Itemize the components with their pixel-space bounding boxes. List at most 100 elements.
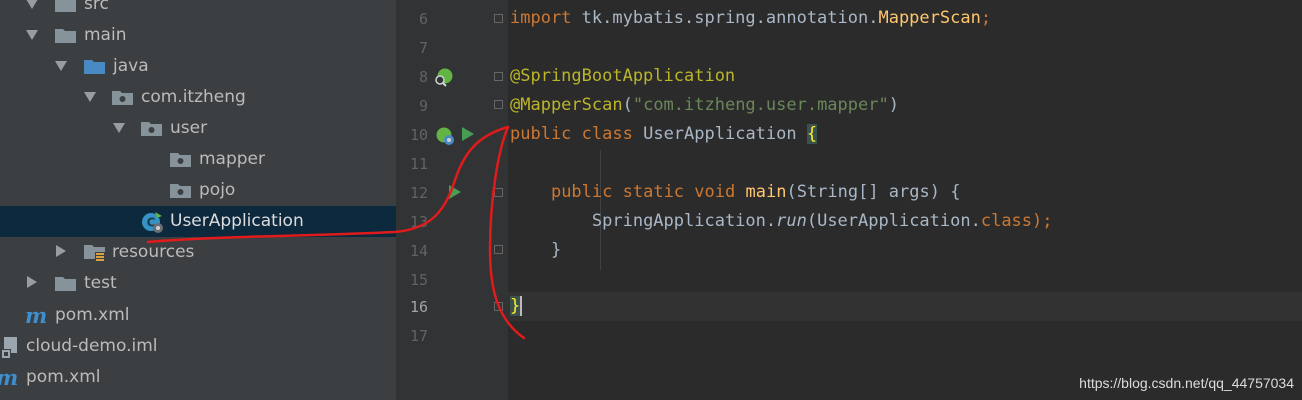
maven-icon: m xyxy=(0,362,18,393)
code-text: ); xyxy=(1032,211,1053,231)
expand-arrow-icon[interactable] xyxy=(26,30,38,40)
tree-node-resources[interactable]: resources xyxy=(0,237,396,268)
tree-node-label: java xyxy=(113,56,149,76)
tree-node-label: pom.xml xyxy=(55,305,130,325)
code-line-14[interactable]: } xyxy=(510,236,561,265)
annotation: @MapperScan xyxy=(510,95,623,115)
expand-arrow-icon[interactable] xyxy=(84,92,96,102)
tree-node-pom-xml[interactable]: m pom.xml xyxy=(0,300,396,331)
code-text: (UserApplication. xyxy=(806,211,981,231)
keyword: import xyxy=(510,8,572,28)
keyword: class xyxy=(581,124,633,144)
code-text: } xyxy=(550,240,562,260)
annotation: @SpringBootApplication xyxy=(510,66,736,86)
run-icon[interactable] xyxy=(462,127,474,141)
matched-brace: } xyxy=(510,296,523,316)
code-line-12[interactable]: public static void main(String[] args) { xyxy=(510,178,961,207)
code-text: { xyxy=(950,182,961,202)
line-number: 14 xyxy=(409,242,428,260)
spring-bean-icon[interactable] xyxy=(434,125,456,147)
tree-node-userapplication[interactable]: C UserApplication xyxy=(0,206,396,237)
code-text: ; xyxy=(980,8,992,28)
code-line-10[interactable]: public class UserApplication { xyxy=(510,120,818,149)
resources-folder-icon xyxy=(84,245,105,262)
spring-class-icon: C xyxy=(142,212,163,233)
keyword: void xyxy=(694,182,736,202)
fold-marker-icon[interactable] xyxy=(494,302,503,311)
fold-marker-icon[interactable] xyxy=(494,188,503,197)
collapse-arrow-icon[interactable] xyxy=(27,276,37,288)
line-number: 15 xyxy=(409,271,428,289)
maven-icon: m xyxy=(25,303,48,328)
expand-arrow-icon[interactable] xyxy=(113,123,125,133)
module-file-icon xyxy=(1,337,17,359)
fold-marker-icon[interactable] xyxy=(494,72,503,81)
package-icon xyxy=(141,122,162,136)
tree-node-label: pojo xyxy=(199,180,236,200)
line-number: 10 xyxy=(409,126,428,144)
tree-node-label: cloud-demo.iml xyxy=(26,336,158,356)
method-call: run xyxy=(776,211,807,231)
source-folder-icon xyxy=(84,60,105,74)
fold-marker-icon[interactable] xyxy=(494,14,503,23)
code-text: ( xyxy=(622,95,633,115)
tree-node-user[interactable]: user xyxy=(0,113,396,144)
code-line-8[interactable]: @SpringBootApplication xyxy=(510,62,735,91)
tree-node-label: com.itzheng xyxy=(141,87,246,107)
line-number: 11 xyxy=(409,155,428,173)
code-text: SpringApplication. xyxy=(591,211,777,231)
run-icon[interactable] xyxy=(449,185,461,199)
editor-gutter: 6 7 8 9 10 11 12 13 14 15 16 17 xyxy=(396,0,508,400)
code-text: tk.mybatis.spring.annotation. xyxy=(571,8,879,28)
tree-node-src[interactable]: src xyxy=(0,0,396,20)
tree-node-label: resources xyxy=(112,242,195,262)
tree-node-label: src xyxy=(84,0,109,14)
code-line-16[interactable]: } xyxy=(510,292,523,321)
tree-node-pojo[interactable]: pojo xyxy=(0,175,396,206)
string-literal: "com.itzheng.user.mapper" xyxy=(632,95,889,115)
package-icon xyxy=(170,184,191,198)
keyword: class xyxy=(980,211,1033,231)
tree-node-label: UserApplication xyxy=(170,211,304,231)
method-name: main xyxy=(745,182,787,202)
tree-node-main[interactable]: main xyxy=(0,20,396,51)
line-number: 9 xyxy=(418,97,428,115)
collapse-arrow-icon[interactable] xyxy=(56,245,66,257)
tree-node-cloud-demo-iml[interactable]: cloud-demo.iml xyxy=(0,331,396,362)
line-number: 12 xyxy=(409,184,428,202)
line-number: 6 xyxy=(418,10,428,28)
tree-node-mapper[interactable]: mapper xyxy=(0,144,396,175)
folder-icon xyxy=(55,29,76,43)
tree-node-label: mapper xyxy=(199,149,266,169)
tree-node-com-itzheng[interactable]: com.itzheng xyxy=(0,82,396,113)
tree-node-label: user xyxy=(170,118,208,138)
keyword: public xyxy=(550,182,613,202)
code-editor[interactable]: 6 7 8 9 10 11 12 13 14 15 16 17 import t… xyxy=(396,0,1302,400)
package-icon xyxy=(170,153,191,167)
tree-node-test[interactable]: test xyxy=(0,268,396,299)
tree-node-pom-xml-root[interactable]: m pom.xml xyxy=(0,362,396,393)
code-line-9[interactable]: @MapperScan("com.itzheng.user.mapper") xyxy=(510,91,899,120)
fold-marker-icon[interactable] xyxy=(494,100,503,109)
keyword: static xyxy=(622,182,685,202)
tree-node-label: pom.xml xyxy=(26,367,101,387)
folder-icon xyxy=(55,277,76,291)
line-number: 8 xyxy=(418,68,428,86)
expand-arrow-icon[interactable] xyxy=(55,61,67,71)
tree-node-java[interactable]: java xyxy=(0,51,396,82)
package-icon xyxy=(112,91,133,105)
code-line-13[interactable]: SpringApplication.run(UserApplication.cl… xyxy=(510,207,1053,236)
code-text: (String[] args) xyxy=(786,182,951,202)
fold-marker-icon[interactable] xyxy=(494,245,503,254)
current-line-highlight xyxy=(508,292,1302,321)
code-line-6[interactable]: import tk.mybatis.spring.annotation.Mapp… xyxy=(510,4,991,33)
line-number: 17 xyxy=(409,327,428,345)
line-number: 7 xyxy=(418,39,428,57)
folder-icon xyxy=(55,0,76,12)
expand-arrow-icon[interactable] xyxy=(26,0,38,9)
tree-node-label: test xyxy=(84,273,117,293)
matched-brace: { xyxy=(806,124,818,144)
code-text: ) xyxy=(888,95,899,115)
line-number-current: 16 xyxy=(409,298,428,316)
spring-bean-icon[interactable] xyxy=(434,67,454,87)
